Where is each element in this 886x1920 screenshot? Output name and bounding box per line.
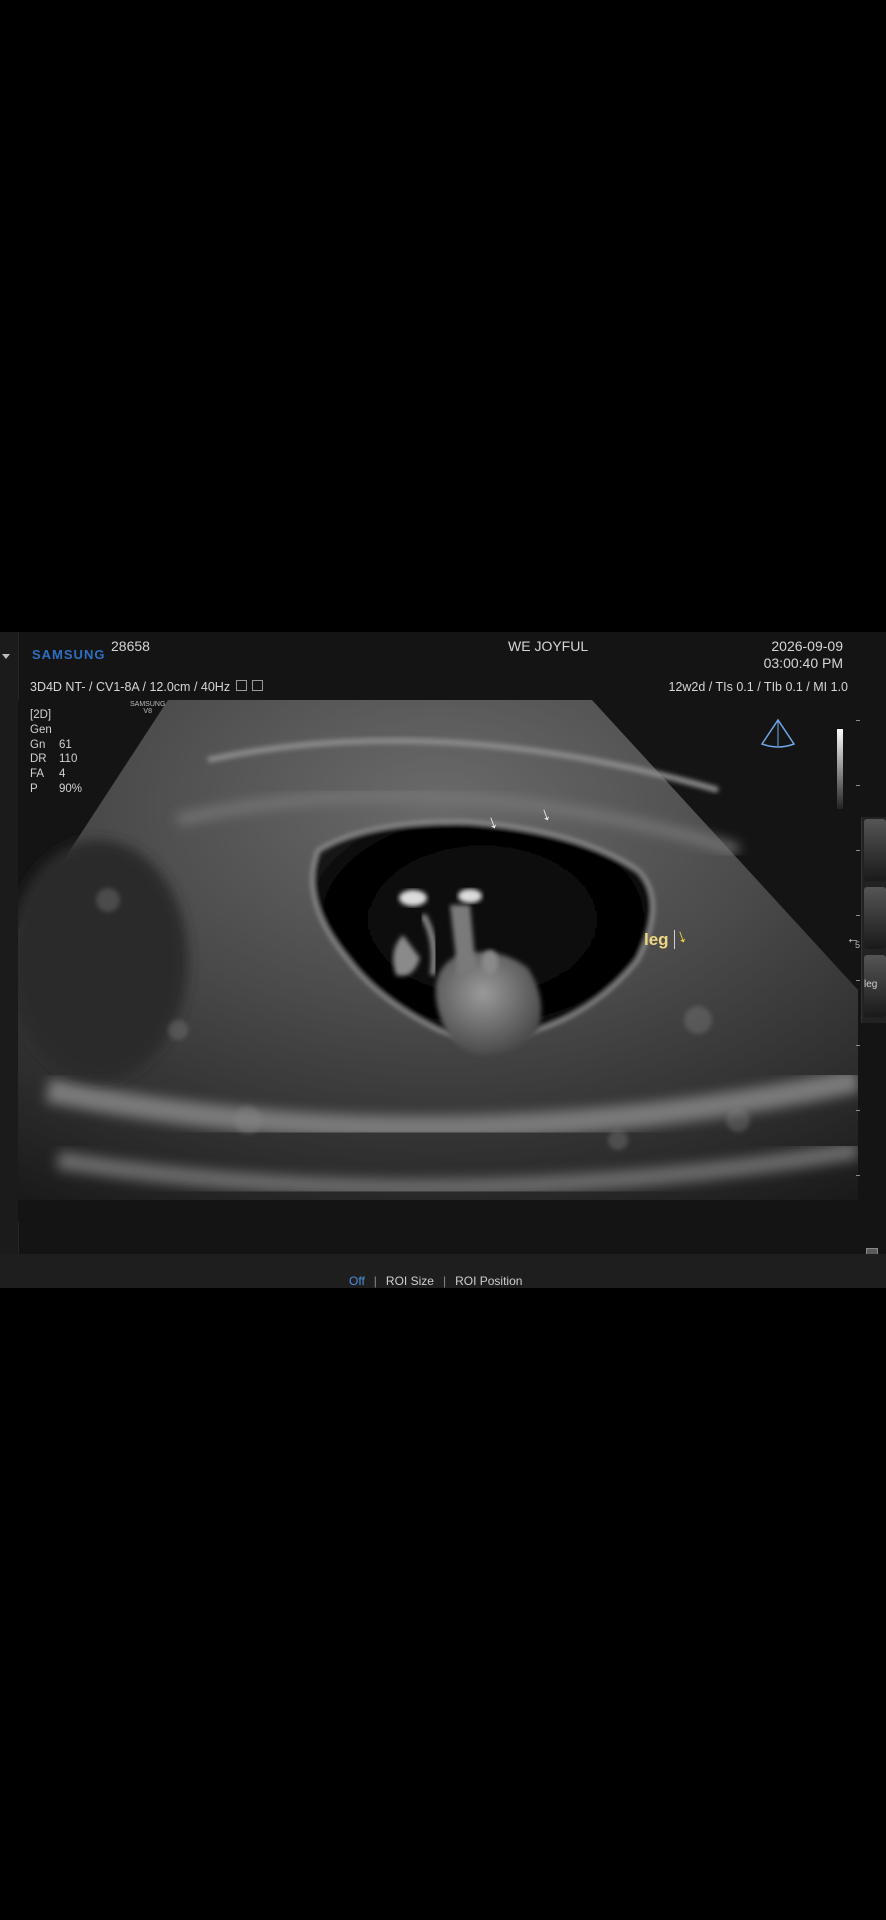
ruler-tick bbox=[856, 1110, 860, 1111]
brand-logo: SAMSUNG bbox=[32, 647, 106, 662]
annotation-label[interactable]: leg bbox=[644, 930, 669, 950]
param-value: 4 bbox=[59, 768, 66, 781]
roi-menu: Off | ROI Size | ROI Position bbox=[349, 1274, 522, 1288]
param-key: DR bbox=[30, 753, 47, 766]
thumbnail-label: leg bbox=[864, 979, 878, 990]
ruler-tick bbox=[856, 785, 860, 786]
vendor-watermark: SAMSUNG V8 bbox=[130, 701, 165, 715]
menu-separator: | bbox=[373, 1274, 377, 1288]
ruler-tick bbox=[856, 720, 860, 721]
probe-status-icons bbox=[236, 680, 263, 691]
param-key: FA bbox=[30, 768, 45, 781]
param-key: Gen bbox=[30, 723, 52, 736]
param-row: FA 4 bbox=[30, 767, 82, 782]
roi-size-option[interactable]: ROI Size bbox=[386, 1274, 434, 1288]
param-value: 90% bbox=[59, 782, 83, 795]
param-row: Gn 61 bbox=[30, 738, 82, 753]
mode-icon bbox=[236, 680, 247, 691]
probe-orientation-icon bbox=[760, 718, 796, 748]
param-key: Gn bbox=[30, 738, 46, 751]
patient-id: 28658 bbox=[111, 638, 150, 654]
param-value: 61 bbox=[59, 738, 72, 751]
param-row: Gen bbox=[30, 723, 82, 738]
ultrasound-image bbox=[18, 700, 858, 1222]
exam-date: 2026-09-09 bbox=[771, 638, 843, 654]
param-key: P bbox=[30, 782, 38, 795]
vendor-line-2: V8 bbox=[143, 708, 152, 715]
roi-position-option[interactable]: ROI Position bbox=[455, 1274, 522, 1288]
ruler-tick bbox=[856, 915, 860, 916]
param-row: [2D] bbox=[30, 708, 82, 723]
ruler-tick bbox=[856, 1175, 860, 1176]
thumbnail-strip[interactable]: leg bbox=[861, 817, 886, 1023]
hospital-name: WE JOYFUL bbox=[508, 638, 589, 654]
param-key: [2D] bbox=[30, 709, 52, 721]
safety-indices: 12w2d / TIs 0.1 / TIb 0.1 / MI 1.0 bbox=[668, 680, 849, 694]
exam-time: 03:00:40 PM bbox=[763, 655, 843, 671]
ruler-tick bbox=[856, 850, 860, 851]
ultrasound-scan-graphic bbox=[18, 700, 858, 1222]
left-panel-edge[interactable] bbox=[0, 632, 19, 1288]
param-row: P 90% bbox=[30, 782, 82, 797]
ultrasound-screen: SAMSUNG 28658 WE JOYFUL 2026-09-09 03:00… bbox=[0, 632, 886, 1288]
imaging-parameters: [2D] Gen Gn 61 DR 110 FA 4 P 90% bbox=[30, 708, 82, 797]
thumbnail-image[interactable] bbox=[864, 819, 886, 881]
side-depth-label: 5 bbox=[854, 940, 860, 950]
ruler-tick bbox=[856, 1045, 860, 1046]
probe-info: 3D4D NT- / CV1-8A / 12.0cm / 40Hz bbox=[30, 680, 231, 694]
fan-icon bbox=[252, 680, 263, 691]
menu-separator: | bbox=[442, 1274, 447, 1288]
param-value: 110 bbox=[59, 753, 78, 766]
depth-ruler bbox=[856, 720, 860, 1240]
vendor-line-1: SAMSUNG bbox=[130, 701, 166, 708]
grayscale-bar bbox=[837, 729, 843, 809]
chevron-down-icon[interactable] bbox=[2, 654, 10, 659]
off-option[interactable]: Off bbox=[349, 1274, 365, 1288]
param-row: DR 110 bbox=[30, 752, 82, 767]
thumbnail-image[interactable] bbox=[864, 887, 886, 949]
ruler-tick bbox=[856, 980, 860, 981]
